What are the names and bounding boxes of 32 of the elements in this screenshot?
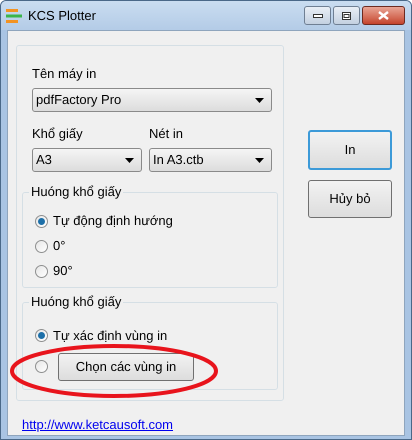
website-link[interactable]: http://www.ketcausoft.com <box>22 415 392 434</box>
radio-label: Tự xác định vùng in <box>53 327 168 345</box>
dropdown[interactable]: A3 <box>32 148 142 172</box>
radio-label: 0° <box>53 237 66 256</box>
radio-button[interactable] <box>35 360 48 373</box>
dropdown[interactable]: pdfFactory Pro <box>32 88 272 112</box>
group-title: Huóng khổ giấy <box>29 184 124 200</box>
dialog-button[interactable]: Hủy bỏ <box>308 180 392 218</box>
radio-label: Tự động định hướng <box>53 212 173 230</box>
group-title: Huóng khổ giấy <box>29 294 124 310</box>
dialog-button[interactable]: In <box>308 130 392 170</box>
maximize-icon <box>342 12 351 20</box>
field-label: Tên máy in <box>32 66 98 82</box>
app-logo-icon <box>5 8 23 24</box>
window-title: KCS Plotter <box>28 6 96 25</box>
field-label: Nét in <box>149 126 184 142</box>
dropdown-arrow-icon <box>255 98 264 102</box>
radio-label: 90° <box>53 262 73 280</box>
radio-button[interactable] <box>35 214 48 228</box>
maximize-button[interactable] <box>333 6 360 25</box>
minimize-button[interactable] <box>304 6 331 25</box>
radio-button[interactable] <box>35 264 48 278</box>
minimize-icon <box>312 14 322 18</box>
dropdown-arrow-icon <box>255 158 264 162</box>
dropdown-arrow-icon <box>125 158 134 162</box>
radio-button[interactable] <box>35 329 48 342</box>
select-areas-button[interactable]: Chọn các vùng in <box>58 352 194 380</box>
dropdown[interactable]: In A3.ctb <box>149 148 272 172</box>
close-icon <box>378 11 389 20</box>
close-button[interactable] <box>362 6 405 25</box>
field-label: Khổ giấy <box>32 126 84 142</box>
radio-button[interactable] <box>35 240 48 252</box>
